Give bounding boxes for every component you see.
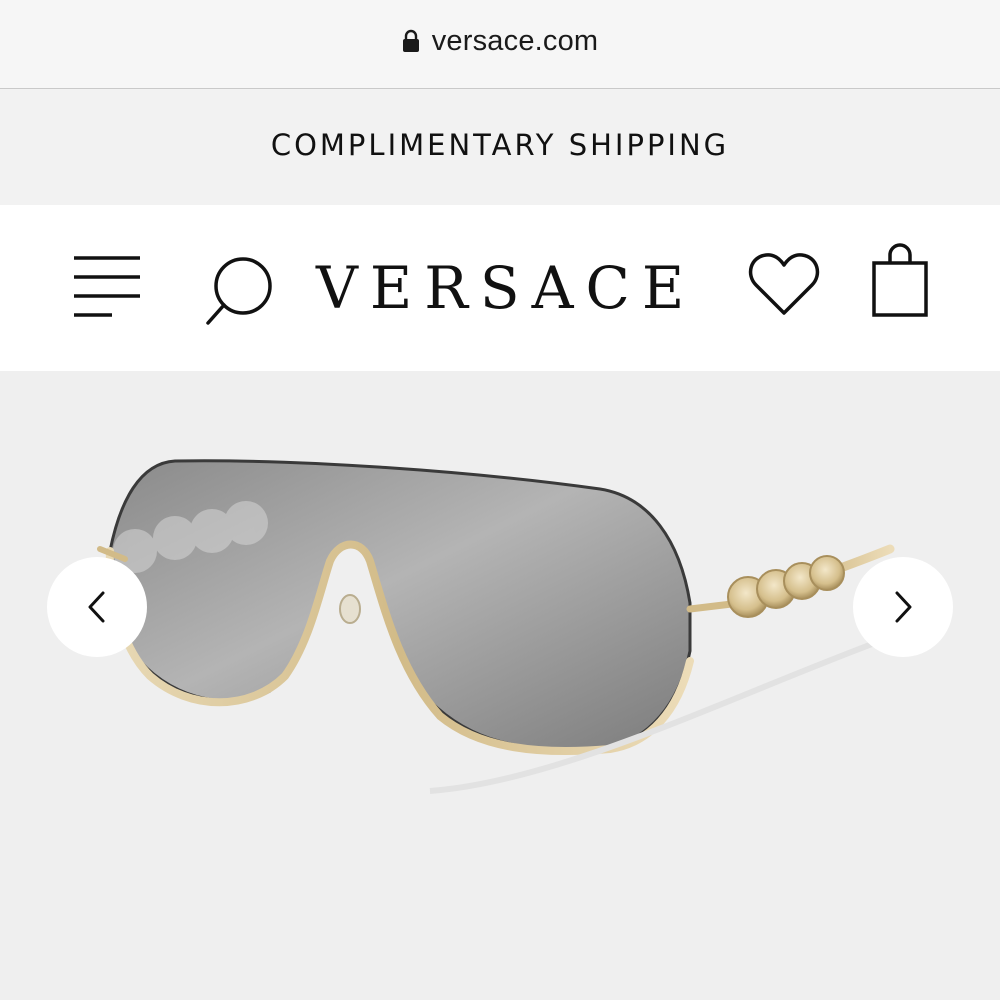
page: versace.com COMPLIMENTARY SHIPPING VERSA… xyxy=(0,0,1000,1000)
heart-icon[interactable] xyxy=(748,251,820,317)
lock-icon xyxy=(402,29,419,52)
shopping-bag-icon[interactable] xyxy=(868,243,932,319)
chevron-left-icon xyxy=(88,591,105,623)
product-carousel[interactable] xyxy=(0,371,1000,1000)
carousel-prev-button[interactable] xyxy=(47,557,147,657)
promo-banner: COMPLIMENTARY SHIPPING xyxy=(0,89,1000,205)
address-bar-content[interactable]: versace.com xyxy=(402,25,599,58)
site-header: VERSACE xyxy=(0,205,1000,371)
promo-text: COMPLIMENTARY SHIPPING xyxy=(270,128,730,162)
url-text[interactable]: versace.com xyxy=(432,25,599,58)
search-icon[interactable] xyxy=(204,255,276,327)
menu-icon[interactable] xyxy=(72,255,142,319)
chevron-right-icon xyxy=(895,591,912,623)
versace-logo[interactable]: VERSACE xyxy=(316,253,688,323)
sunglasses-image xyxy=(0,371,1000,1000)
browser-address-bar[interactable]: versace.com xyxy=(0,0,1000,89)
carousel-next-button[interactable] xyxy=(853,557,953,657)
